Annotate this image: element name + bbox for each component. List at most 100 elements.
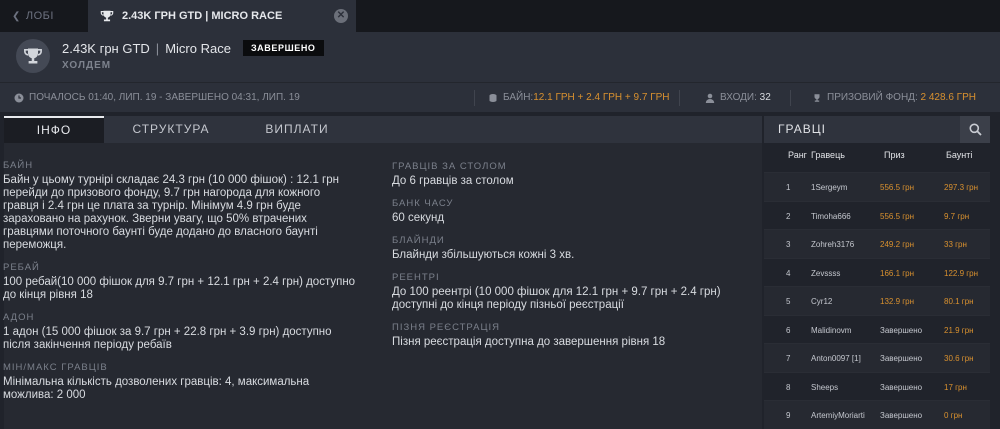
player-prize: 132.9 грн <box>880 297 915 306</box>
col-bounty[interactable]: Баунті <box>946 150 972 160</box>
divider <box>474 90 475 106</box>
divider <box>790 90 791 106</box>
info-section: ГРАВЦІВ ЗА СТОЛОМ До 6 гравців за столом <box>392 160 760 188</box>
info-column-right: ГРАВЦІВ ЗА СТОЛОМ До 6 гравців за столом… <box>392 160 760 358</box>
tab-info[interactable]: ІНФО <box>4 116 104 143</box>
player-rank: 2 <box>786 211 791 221</box>
tournament-info-bar: ПОЧАЛОСЬ 01:40, ЛИП. 19 - ЗАВЕРШЕНО 04:3… <box>0 82 1000 112</box>
player-bounty: 122.9 грн <box>944 268 979 278</box>
info-section: БАЙН Байн у цьому турнірі складає 24.3 г… <box>3 159 383 252</box>
info-label: МІН/МАКС ГРАВЦІВ <box>3 362 108 373</box>
divider <box>679 90 680 106</box>
player-bounty: 9.7 грн <box>944 211 970 221</box>
table-row[interactable]: 7 Anton0097 [1] Завершено 30.6 грн <box>764 343 990 372</box>
player-name: 1Sergeym <box>811 183 848 192</box>
info-label: БАНК ЧАСУ <box>392 198 454 209</box>
players-table-header: Ранг Гравець Приз Баунті <box>764 150 990 166</box>
clock-icon <box>14 93 24 102</box>
buyin-info: БАЙН: 12.1 ГРН + 2.4 ГРН + 9.7 ГРН <box>488 92 670 103</box>
col-rank[interactable]: Ранг <box>788 150 807 160</box>
table-row[interactable]: 6 Malidinovm Завершено 21.9 грн <box>764 314 990 344</box>
tab-tournament[interactable]: 2.43K ГРН GTD | MICRO RACE ✕ <box>88 0 356 32</box>
trophy-icon <box>100 10 114 22</box>
info-section: РЕБАЙ 100 ребай(10 000 фішок для 9.7 грн… <box>3 261 383 302</box>
search-button[interactable] <box>960 116 990 143</box>
info-label: БАЙН <box>3 160 34 171</box>
tournament-trophy-icon <box>16 39 50 73</box>
info-column-left: БАЙН Байн у цьому турнірі складає 24.3 г… <box>3 160 383 411</box>
info-label: ПІЗНЯ РЕЄСТРАЦІЯ <box>392 322 500 333</box>
info-text: Байн у цьому турнірі складає 24.3 грн (1… <box>3 174 339 251</box>
player-name: ArtemiyMoriarti <box>811 411 865 420</box>
table-row[interactable]: 2 Timoha666 556.5 грн 9.7 грн <box>764 200 990 230</box>
col-prize[interactable]: Приз <box>884 150 905 160</box>
info-section: БЛАЙНДИ Блайнди збільшуються кожні 3 хв. <box>392 234 760 262</box>
status-badge: ЗАВЕРШЕНО <box>242 40 324 56</box>
info-label: РЕБАЙ <box>3 262 40 273</box>
trophy-icon <box>814 93 820 102</box>
table-row[interactable]: 3 Zohreh3176 249.2 грн 33 грн <box>764 229 990 258</box>
title-main: 2.43K грн GTD <box>62 40 150 56</box>
info-text: До 6 гравців за столом <box>392 175 514 187</box>
player-prize: 166.1 грн <box>880 268 915 278</box>
player-bounty: 0 грн <box>944 411 963 420</box>
player-rank: 8 <box>786 382 791 392</box>
player-rank: 7 <box>786 354 791 363</box>
table-row[interactable]: 8 Sheeps Завершено 17 грн <box>764 371 990 401</box>
info-text: До 100 реентрі (10 000 фішок для 12.1 гр… <box>392 286 721 311</box>
info-text: Мінімальна кількість дозволених гравців:… <box>3 376 310 401</box>
table-row[interactable]: 9 ArtemiyMoriarti Завершено 0 грн <box>764 400 990 429</box>
info-section: МІН/МАКС ГРАВЦІВ Мінімальна кількість до… <box>3 361 383 402</box>
prizepool-info: ПРИЗОВИЙ ФОНД: 2 428.6 ГРН <box>812 92 976 103</box>
player-rank: 3 <box>786 240 791 249</box>
table-row[interactable]: 4 Zevssss 166.1 грн 122.9 грн <box>764 257 990 287</box>
info-section: БАНК ЧАСУ 60 секунд <box>392 197 760 225</box>
player-bounty: 30.6 грн <box>944 354 974 363</box>
info-label: БЛАЙНДИ <box>392 235 445 246</box>
table-row[interactable]: 1 1Sergeym 556.5 грн 297.3 грн <box>764 172 990 201</box>
info-section: РЕЕНТРІ До 100 реентрі (10 000 фішок для… <box>392 271 760 312</box>
player-prize: Завершено <box>880 411 923 420</box>
player-bounty: 17 грн <box>944 382 967 392</box>
info-text: 60 секунд <box>392 212 445 224</box>
player-rank: 4 <box>786 268 791 278</box>
info-text: 100 ребай(10 000 фішок для 9.7 грн + 12.… <box>3 276 356 301</box>
entries-info: ВХОДИ: 32 <box>705 92 771 103</box>
player-prize: Завершено <box>880 354 923 363</box>
player-name: Timoha666 <box>811 211 851 221</box>
player-name: Malidinovm <box>811 325 852 335</box>
player-name: Zohreh3176 <box>811 240 855 249</box>
title-race: Micro Race <box>165 40 231 56</box>
buyin-label: БАЙН: <box>503 92 534 103</box>
search-icon <box>969 123 982 136</box>
info-section: ПІЗНЯ РЕЄСТРАЦІЯ Пізня реєстрація доступ… <box>392 321 760 349</box>
players-header: ГРАВЦІ <box>764 116 990 143</box>
buyin-value: 12.1 ГРН + 2.4 ГРН + 9.7 ГРН <box>533 92 670 103</box>
info-text: 1 адон (15 000 фішок за 9.7 грн + 22.8 г… <box>3 326 332 351</box>
info-tabs: ІНФО СТРУКТУРА ВИПЛАТИ <box>4 116 762 143</box>
players-table: 1 1Sergeym 556.5 грн 297.3 грн 2 Timoha666 556… <box>764 172 990 429</box>
player-name: Cyr12 <box>811 297 833 306</box>
page-title: 2.43K грн GTD | Micro Race ЗАВЕРШЕНО <box>62 40 324 56</box>
player-bounty: 80.1 грн <box>944 297 974 306</box>
player-bounty: 297.3 грн <box>944 183 979 192</box>
tab-structure[interactable]: СТРУКТУРА <box>118 116 224 143</box>
player-name: Anton0097 [1] <box>811 354 861 363</box>
info-text: Пізня реєстрація доступна до завершення … <box>392 336 666 348</box>
table-row[interactable]: 5 Cyr12 132.9 грн 80.1 грн <box>764 286 990 315</box>
tab-payouts[interactable]: ВИПЛАТИ <box>254 116 340 143</box>
player-rank: 6 <box>786 325 791 335</box>
close-icon[interactable]: ✕ <box>334 9 348 23</box>
player-prize: Завершено <box>880 382 923 392</box>
entries-value: 32 <box>759 92 771 103</box>
player-bounty: 21.9 грн <box>944 325 974 335</box>
time-text: ПОЧАЛОСЬ 01:40, ЛИП. 19 - ЗАВЕРШЕНО 04:3… <box>29 92 300 103</box>
col-player[interactable]: Гравець <box>811 150 845 160</box>
tab-lobby-label: ЛОБІ <box>25 10 54 22</box>
info-section: АДОН 1 адон (15 000 фішок за 9.7 грн + 2… <box>3 311 383 352</box>
player-prize: 249.2 грн <box>880 240 915 249</box>
user-icon <box>705 93 715 103</box>
game-type: ХОЛДЕМ <box>62 60 112 71</box>
info-label: ГРАВЦІВ ЗА СТОЛОМ <box>392 161 507 172</box>
tab-lobby[interactable]: ❮ ЛОБІ <box>0 0 85 32</box>
